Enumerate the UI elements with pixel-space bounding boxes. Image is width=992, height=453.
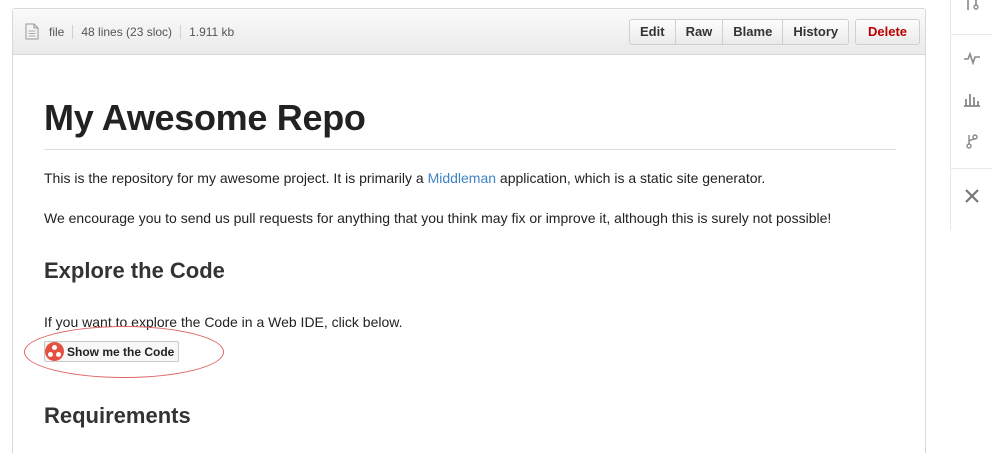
sidebar-divider [951,168,992,169]
raw-button[interactable]: Raw [674,19,724,45]
ide-logo-icon [45,342,64,361]
file-header: file 48 lines (23 sloc) 1.911 kb Edit Ra… [13,9,925,55]
delete-button[interactable]: Delete [855,19,921,45]
pulse-icon[interactable] [951,51,992,65]
repo-sidebar [950,0,992,230]
readme-paragraph-2: We encourage you to send us pull request… [44,210,832,226]
file-icon [25,23,39,40]
middleman-link[interactable]: Middleman [428,170,496,186]
show-code-button[interactable]: Show me the Code [44,341,180,362]
graphs-icon[interactable] [951,91,992,107]
network-icon[interactable] [951,133,992,149]
heading-explore-code: Explore the Code [44,258,225,283]
settings-icon[interactable] [951,187,992,205]
readme-intro: This is the repository for my awesome pr… [44,168,896,188]
readme-content: My Awesome Repo This is the repository f… [24,55,896,429]
heading-requirements: Requirements [44,403,191,428]
intro-text-before: This is the repository for my awesome pr… [44,170,428,186]
file-box: file 48 lines (23 sloc) 1.911 kb Edit Ra… [12,8,926,453]
intro-text-after: application, which is a static site gene… [496,170,766,186]
code-button-wrap: Show me the Code [24,326,896,378]
file-type: file [49,24,74,39]
history-button[interactable]: History [782,19,850,45]
readme-title: My Awesome Repo [44,97,896,150]
file-actions: Edit Raw Blame History [629,19,850,45]
edit-button[interactable]: Edit [629,19,676,45]
show-code-label: Show me the Code [67,344,175,359]
blame-button[interactable]: Blame [722,19,784,45]
sidebar-divider [951,34,992,35]
pull-request-icon[interactable] [951,0,992,12]
file-lines: 48 lines (23 sloc) [73,24,182,39]
file-size: 1.911 kb [189,24,235,39]
page: file 48 lines (23 sloc) 1.911 kb Edit Ra… [0,0,992,453]
